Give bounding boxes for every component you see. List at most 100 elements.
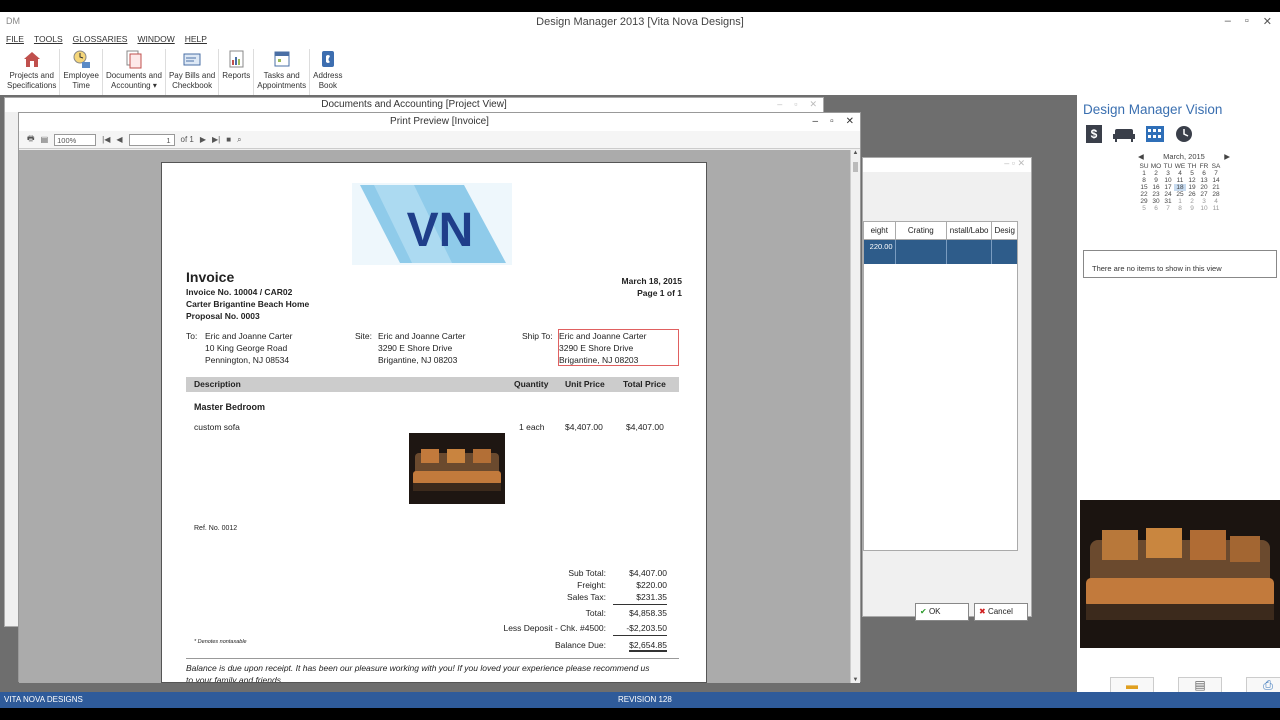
ship-to-address[interactable]: Eric and Joanne Carter 3290 E Shore Driv… bbox=[558, 329, 679, 366]
stop-icon[interactable]: ■ bbox=[226, 135, 231, 144]
clock-icon[interactable] bbox=[1175, 125, 1193, 143]
unit-price-header: Unit Price bbox=[565, 379, 605, 389]
grid-cell bbox=[947, 240, 993, 264]
ribbon-documents-button[interactable]: Documents and Accounting ▾ bbox=[103, 49, 166, 95]
calendar-week: 15 16 17 18 19 20 21 bbox=[1140, 184, 1220, 191]
house-icon bbox=[23, 52, 40, 67]
invoice-footer: Balance is due upon receipt. It has been… bbox=[186, 658, 679, 682]
background-dialog: – ▫ ✕ eight Crating nstall/Labo Desig 22… bbox=[862, 157, 1032, 621]
line-items-header: Description Quantity Unit Price Total Pr… bbox=[186, 377, 679, 392]
calendar-today[interactable]: 18 bbox=[1174, 184, 1186, 191]
grid-calendar-icon[interactable] bbox=[1146, 126, 1164, 142]
ribbon-employee-time-button[interactable]: Employee Time bbox=[60, 49, 103, 95]
menu-tools[interactable]: TOOLS bbox=[34, 34, 63, 44]
prev-page-icon[interactable]: ◀ bbox=[116, 135, 122, 144]
mini-calendar: ◀ March, 2015 ▶ SU MO TU WE TH FR SA 1234567 8… bbox=[1138, 152, 1230, 212]
sofa-preview-image bbox=[1080, 500, 1280, 648]
application-window: DM Design Manager 2013 [Vita Nova Design… bbox=[0, 12, 1280, 720]
next-page-icon[interactable]: ▶ bbox=[200, 135, 206, 144]
section-title: Master Bedroom bbox=[194, 402, 266, 412]
page-indicator: Page 1 of 1 bbox=[637, 288, 682, 298]
ok-button[interactable]: ✔ OK bbox=[915, 603, 969, 621]
minimize-icon[interactable]: – bbox=[1225, 15, 1231, 28]
item-unit-price: $4,407.00 bbox=[565, 422, 603, 432]
app-title: Design Manager 2013 [Vita Nova Designs] bbox=[536, 16, 744, 28]
binoculars-icon[interactable]: ⌕ bbox=[237, 135, 241, 145]
grid-header[interactable]: Desig bbox=[992, 222, 1017, 239]
restore-icon[interactable]: ▫ bbox=[830, 116, 834, 127]
proposal-number: Proposal No. 0003 bbox=[186, 311, 260, 321]
ribbon-reports-button[interactable]: Reports bbox=[219, 49, 255, 95]
sofa-icon[interactable] bbox=[1113, 126, 1135, 142]
ribbon-projects-button[interactable]: Projects and Specifications bbox=[4, 49, 61, 95]
close-icon[interactable]: ✕ bbox=[846, 116, 854, 127]
site-label: Site: bbox=[355, 331, 373, 341]
first-page-icon[interactable]: |◀ bbox=[102, 135, 110, 144]
item-total: $4,407.00 bbox=[626, 422, 664, 432]
invoice-heading: Invoice bbox=[186, 269, 235, 285]
empty-items-message: There are no items to show in this view bbox=[1083, 250, 1277, 278]
menu-window[interactable]: WINDOW bbox=[137, 34, 174, 44]
description-header: Description bbox=[194, 379, 241, 389]
ribbon-tasks-button[interactable]: Tasks and Appointments bbox=[254, 49, 311, 95]
restore-icon[interactable]: ▫ bbox=[794, 99, 797, 110]
documents-window-title: Documents and Accounting [Project View] bbox=[5, 98, 823, 112]
checkbook-icon bbox=[183, 53, 201, 66]
scroll-up-icon[interactable]: ▲ bbox=[851, 150, 860, 156]
calendar-week: 1234567 bbox=[1142, 170, 1218, 177]
phone-book-icon bbox=[321, 51, 334, 67]
prev-month-icon[interactable]: ◀ bbox=[1138, 152, 1144, 161]
grid-cell: 220.00 bbox=[864, 240, 896, 264]
sofa-photo bbox=[409, 433, 505, 504]
close-icon[interactable]: ✕ bbox=[1263, 15, 1272, 28]
reports-icon bbox=[229, 50, 244, 68]
print-icon[interactable]: 🖶 bbox=[27, 133, 35, 147]
page-setup-icon[interactable]: ▤ bbox=[41, 135, 49, 144]
menu-glossaries[interactable]: GLOSSARIES bbox=[73, 34, 128, 44]
menu-help[interactable]: HELP bbox=[185, 34, 207, 44]
grid-header[interactable]: nstall/Labo bbox=[947, 222, 993, 239]
menu-file[interactable]: FILE bbox=[6, 34, 24, 44]
invoice-number: Invoice No. 10004 / CAR02 bbox=[186, 287, 293, 297]
menu-bar: FILE TOOLS GLOSSARIES WINDOW HELP bbox=[6, 34, 207, 44]
grid-cell bbox=[896, 240, 947, 264]
scroll-down-icon[interactable]: ▼ bbox=[851, 677, 860, 683]
ribbon-pay-bills-button[interactable]: Pay Bills and Checkbook bbox=[166, 49, 220, 95]
close-icon[interactable]: ✕ bbox=[809, 99, 817, 110]
last-page-icon[interactable]: ▶| bbox=[212, 135, 220, 144]
grid-header[interactable]: eight bbox=[864, 222, 896, 239]
to-label: To: bbox=[186, 331, 198, 341]
scroll-thumb[interactable] bbox=[853, 162, 858, 172]
print-preview-window: Print Preview [Invoice] – ▫ ✕ 🖶 ▤ 100% |◀ … bbox=[18, 112, 861, 683]
screen-bottom-edge bbox=[0, 708, 1280, 720]
next-month-icon[interactable]: ▶ bbox=[1224, 152, 1230, 161]
vertical-scrollbar[interactable]: ▲ ▼ bbox=[850, 150, 860, 683]
ribbon-address-book-button[interactable]: Address Book bbox=[310, 49, 345, 95]
grid-header[interactable]: Crating bbox=[896, 222, 947, 239]
title-bar: DM Design Manager 2013 [Vita Nova Design… bbox=[0, 12, 1280, 32]
page-number-input[interactable]: 1 bbox=[128, 133, 175, 146]
minimize-icon[interactable]: – bbox=[777, 99, 782, 110]
grid-selected-row[interactable]: 220.00 bbox=[864, 240, 1017, 264]
calendar-week: 22 23 24 25 26 27 28 bbox=[1140, 191, 1220, 198]
vision-panel: Design Manager Vision $ ◀ March, 2015 ▶ … bbox=[1078, 95, 1280, 697]
restore-icon[interactable]: ▫ bbox=[1245, 15, 1249, 28]
zoom-select[interactable]: 100% bbox=[54, 133, 97, 146]
item-quantity: 1 each bbox=[519, 422, 545, 432]
status-company: VITA NOVA DESIGNS bbox=[4, 695, 83, 704]
item-description: custom sofa bbox=[194, 422, 240, 432]
calendar-week: 29 30 31 1 2 3 4 bbox=[1140, 198, 1218, 205]
check-icon: ✔ bbox=[920, 607, 927, 616]
logo-text: VN bbox=[407, 204, 474, 257]
dollar-icon[interactable]: $ bbox=[1086, 125, 1102, 143]
cancel-button[interactable]: ✖ Cancel bbox=[974, 603, 1028, 621]
minimize-icon[interactable]: – bbox=[813, 116, 819, 127]
invoice-page: VN Invoice Invoice No. 10004 / CAR02 Car… bbox=[161, 162, 707, 683]
ship-to-label: Ship To: bbox=[522, 331, 553, 341]
page-count: of 1 bbox=[180, 135, 194, 144]
ribbon: Projects and Specifications Employee Tim… bbox=[4, 49, 346, 95]
status-bar: VITA NOVA DESIGNS REVISION 128 bbox=[0, 692, 1280, 708]
x-icon: ✖ bbox=[979, 607, 986, 616]
ref-number: Ref. No. 0012 bbox=[194, 525, 238, 532]
clock-person-icon bbox=[73, 50, 91, 68]
